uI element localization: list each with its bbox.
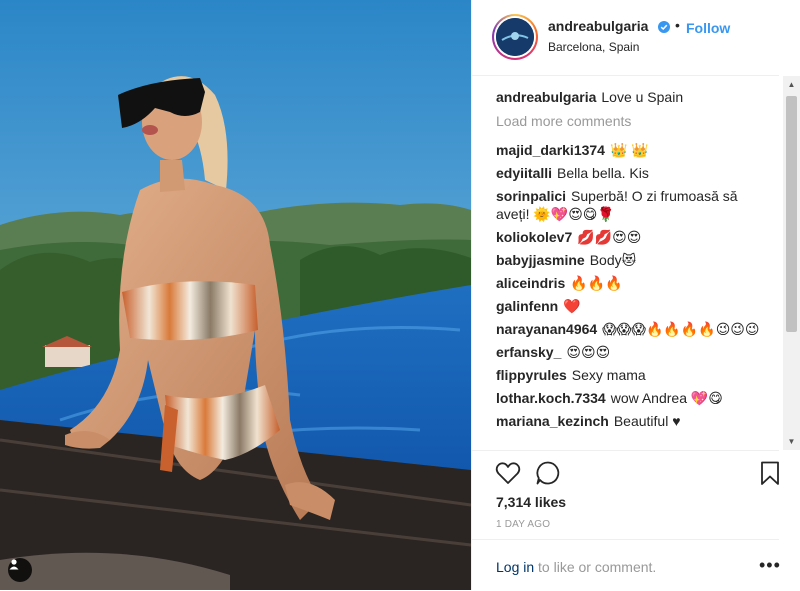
scrollbar-thumb[interactable] xyxy=(786,96,797,332)
comment-row: lothar.koch.7334 wow Andrea 💖😋 xyxy=(496,389,764,407)
comment-username[interactable]: mariana_kezinch xyxy=(496,413,609,429)
avatar[interactable] xyxy=(496,18,534,56)
comment-row: mariana_kezinch Beautiful ♥ xyxy=(496,412,764,430)
more-icon[interactable]: ••• xyxy=(759,555,781,576)
story-ring[interactable] xyxy=(492,14,538,60)
comment-text: 😍😍😍 xyxy=(566,344,611,360)
instagram-post: andreabulgaria • Follow Barcelona, Spain… xyxy=(0,0,800,590)
heart-icon[interactable] xyxy=(494,459,522,487)
like-count[interactable]: 7,314 likes xyxy=(496,494,566,510)
comment-text: 💋💋😍😍 xyxy=(577,229,642,245)
comments-scrollbar[interactable]: ▲ ▼ xyxy=(783,76,800,450)
comment-row: aliceindris 🔥🔥🔥 xyxy=(496,274,764,292)
comment-row: edyiitalli Bella bella. Kis xyxy=(496,164,764,182)
comments-list: andreabulgaria Love u Spain Load more com… xyxy=(496,88,764,450)
post-timestamp[interactable]: 1 DAY AGO xyxy=(496,519,550,530)
comment-row: sorinpalici Superbă! O zi frumoasă să ave… xyxy=(496,187,764,223)
comment-username[interactable]: erfansky_ xyxy=(496,344,561,360)
comment-text: Body😻 xyxy=(589,252,637,268)
separator-dot: • xyxy=(675,17,680,33)
location-link[interactable]: Barcelona, Spain xyxy=(548,40,639,54)
comment-text: Beautiful ♥ xyxy=(613,413,681,429)
comment-username[interactable]: majid_darki1374 xyxy=(496,142,605,158)
comment-row: narayanan4964 😱😱😱🔥🔥🔥🔥😉😉😉 xyxy=(496,320,764,338)
login-prompt: Log in to like or comment. xyxy=(496,559,656,575)
login-link[interactable]: Log in xyxy=(496,559,534,575)
comment-username[interactable]: galinfenn xyxy=(496,298,558,314)
comment-text: 😱😱😱🔥🔥🔥🔥😉😉😉 xyxy=(602,321,760,337)
comment-username[interactable]: flippyrules xyxy=(496,367,567,383)
caption: andreabulgaria Love u Spain xyxy=(496,88,764,106)
comment-username[interactable]: narayanan4964 xyxy=(496,321,597,337)
comment-username[interactable]: babyjjasmine xyxy=(496,252,585,268)
comment-text: 👑 👑 xyxy=(609,142,649,158)
login-prompt-text: to like or comment. xyxy=(534,559,657,575)
comment-username[interactable]: edyiitalli xyxy=(496,165,552,181)
comment-username[interactable]: lothar.koch.7334 xyxy=(496,390,606,406)
comment-row: majid_darki1374 👑 👑 xyxy=(496,141,764,159)
load-more-comments-button[interactable]: Load more comments xyxy=(496,112,764,130)
comment-row: erfansky_ 😍😍😍 xyxy=(496,343,764,361)
comment-username[interactable]: sorinpalici xyxy=(496,188,566,204)
comment-text: wow Andrea 💖😋 xyxy=(610,390,723,406)
comment-text: ❤️ xyxy=(563,298,581,314)
comment-username[interactable]: aliceindris xyxy=(496,275,565,291)
post-actions: 7,314 likes 1 DAY AGO Log in to like or … xyxy=(472,450,781,591)
header-username[interactable]: andreabulgaria xyxy=(548,18,648,34)
user-tag-icon[interactable] xyxy=(8,558,32,582)
scroll-down-arrow-icon[interactable]: ▼ xyxy=(783,433,800,450)
photo-illustration xyxy=(0,0,471,590)
caption-text: Love u Spain xyxy=(601,89,684,105)
follow-button[interactable]: Follow xyxy=(686,20,730,36)
comment-row: koliokolev7 💋💋😍😍 xyxy=(496,228,764,246)
post-side-panel: andreabulgaria • Follow Barcelona, Spain… xyxy=(471,0,800,590)
comment-row: flippyrules Sexy mama xyxy=(496,366,764,384)
caption-username[interactable]: andreabulgaria xyxy=(496,89,596,105)
comment-icon[interactable] xyxy=(534,459,562,487)
comment-text: Bella bella. Kis xyxy=(557,165,649,181)
scroll-up-arrow-icon[interactable]: ▲ xyxy=(783,76,800,93)
post-photo[interactable] xyxy=(0,0,471,590)
bookmark-icon[interactable] xyxy=(756,459,784,487)
login-bar: Log in to like or comment. ••• xyxy=(472,539,781,591)
comment-username[interactable]: koliokolev7 xyxy=(496,229,572,245)
verified-badge-icon xyxy=(658,21,670,33)
comment-row: babyjjasmine Body😻 xyxy=(496,251,764,269)
comment-row: galinfenn ❤️ xyxy=(496,297,764,315)
comment-text: 🔥🔥🔥 xyxy=(570,275,623,291)
comment-text: Sexy mama xyxy=(571,367,646,383)
post-header: andreabulgaria • Follow Barcelona, Spain xyxy=(472,0,779,76)
